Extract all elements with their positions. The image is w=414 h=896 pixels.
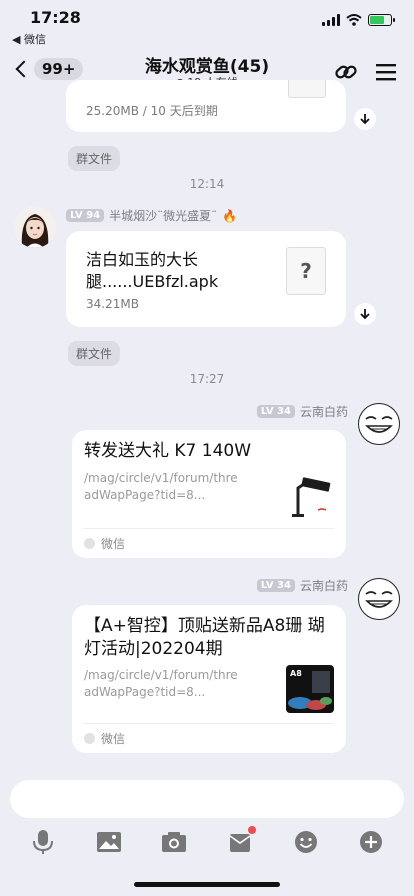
unknown-file-icon: ? bbox=[286, 247, 326, 295]
group-file-chip[interactable]: 群文件 bbox=[68, 341, 121, 366]
product-promo-image bbox=[288, 671, 332, 710]
camera-button[interactable] bbox=[160, 828, 188, 856]
sender-name[interactable]: 半城烟沙¨微光盛夏¨ bbox=[109, 207, 217, 224]
level-badge: LV 94 bbox=[66, 209, 105, 222]
cellular-signal-icon bbox=[322, 14, 340, 26]
file-size-expiry: 25.20MB / 10 天后到期 bbox=[86, 104, 218, 118]
red-packet-icon bbox=[229, 834, 251, 852]
avatar[interactable] bbox=[358, 403, 400, 445]
link-thumbnail: A8 bbox=[286, 665, 334, 713]
group-file-chip[interactable]: 群文件 bbox=[68, 146, 121, 171]
message-input[interactable] bbox=[10, 780, 404, 818]
avatar-portrait bbox=[21, 214, 49, 248]
microphone-icon bbox=[33, 830, 53, 854]
status-bar: 17:28 ◀ 微信 bbox=[0, 0, 414, 47]
sender-info: LV 94 半城烟沙¨微光盛夏¨ 🔥 bbox=[66, 207, 237, 224]
file-message-card[interactable]: 25.20MB / 10 天后到期 bbox=[66, 80, 346, 132]
avatar[interactable] bbox=[358, 578, 400, 620]
input-toolbar bbox=[0, 822, 414, 862]
link-title: 转发送大礼 K7 140W bbox=[84, 441, 252, 461]
download-arrow-icon bbox=[360, 114, 370, 125]
download-button[interactable] bbox=[354, 108, 376, 130]
file-message-card[interactable]: 洁白如玉的大长腿......UEBfzl.apk 34.21MB ? bbox=[66, 231, 346, 327]
voice-button[interactable] bbox=[29, 828, 57, 856]
camera-icon bbox=[162, 832, 186, 852]
battery-icon bbox=[368, 14, 395, 26]
link-url: /mag/circle/v1/forum/threadWapPage?tid=8… bbox=[84, 471, 238, 502]
download-button[interactable] bbox=[354, 303, 376, 325]
emoji-button[interactable] bbox=[292, 828, 320, 856]
file-size: 34.21MB bbox=[86, 297, 139, 311]
link-source: 微信 bbox=[84, 528, 334, 558]
more-button[interactable] bbox=[357, 828, 385, 856]
level-badge: LV 34 bbox=[256, 579, 295, 592]
link-thumbnail bbox=[284, 474, 334, 524]
wechat-icon bbox=[84, 733, 95, 744]
link-card[interactable]: 转发送大礼 K7 140W /mag/circle/v1/forum/threa… bbox=[72, 430, 346, 558]
download-arrow-icon bbox=[360, 309, 370, 320]
home-indicator[interactable] bbox=[134, 882, 280, 887]
image-button[interactable] bbox=[95, 828, 123, 856]
sender-name[interactable]: 云南白药 bbox=[300, 403, 348, 420]
file-name: 洁白如玉的大长腿......UEBfzl.apk bbox=[86, 250, 219, 291]
grinning-face-avatar-icon bbox=[365, 591, 393, 608]
plus-circle-icon bbox=[360, 831, 382, 853]
status-time: 17:28 bbox=[30, 8, 81, 27]
link-source-label: 微信 bbox=[101, 732, 126, 746]
message-timestamp: 12:14 bbox=[189, 177, 225, 191]
sender-info: LV 34 云南白药 bbox=[256, 403, 348, 420]
status-icons bbox=[322, 14, 395, 26]
emoji-icon bbox=[295, 831, 317, 853]
menu-icon[interactable] bbox=[376, 63, 396, 81]
wifi-icon bbox=[346, 14, 362, 26]
link-source: 微信 bbox=[84, 723, 334, 753]
sender-info: LV 34 云南白药 bbox=[256, 577, 348, 594]
avatar[interactable] bbox=[14, 206, 56, 248]
sender-name[interactable]: 云南白药 bbox=[300, 577, 348, 594]
link-source-label: 微信 bbox=[101, 537, 126, 551]
wechat-icon bbox=[84, 538, 95, 549]
red-packet-button[interactable] bbox=[226, 826, 256, 856]
fire-icon: 🔥 bbox=[222, 208, 238, 223]
level-badge: LV 34 bbox=[256, 405, 295, 418]
link-title: 【A+智控】顶贴送新品A8珊 瑚灯活动|202204期 bbox=[84, 616, 325, 659]
file-icon-label: ? bbox=[300, 259, 312, 283]
notification-dot bbox=[248, 826, 256, 834]
link-url: /mag/circle/v1/forum/threadWapPage?tid=8… bbox=[84, 668, 238, 699]
message-timestamp: 17:27 bbox=[189, 372, 225, 386]
link-card[interactable]: 【A+智控】顶贴送新品A8珊 瑚灯活动|202204期 /mag/circle/… bbox=[72, 605, 346, 753]
product-lamp-image bbox=[292, 477, 331, 517]
file-icon bbox=[288, 80, 326, 98]
back-to-app-link[interactable]: ◀ 微信 bbox=[12, 31, 46, 47]
image-icon bbox=[97, 832, 121, 852]
grinning-face-avatar-icon bbox=[365, 416, 393, 433]
